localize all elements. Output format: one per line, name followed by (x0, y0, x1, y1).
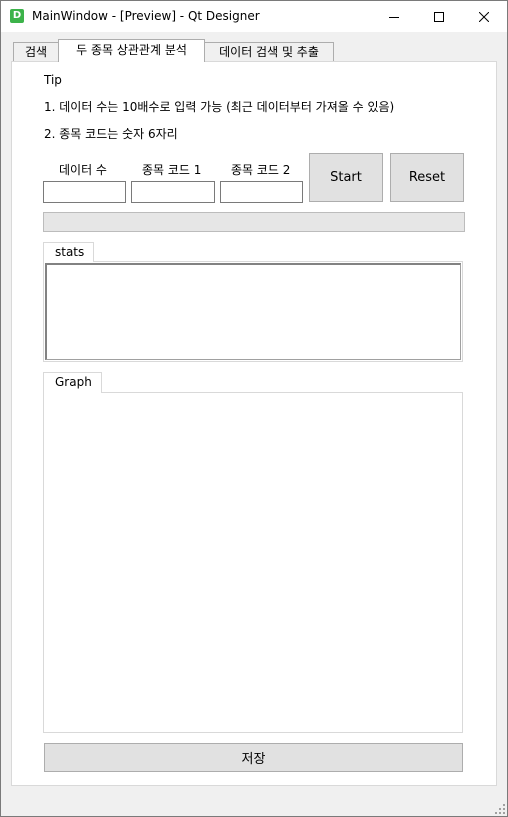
stats-panel (43, 261, 463, 362)
stats-text-area[interactable] (45, 263, 461, 360)
code1-field[interactable] (131, 181, 215, 203)
code1-label: 종목 코드 1 (142, 163, 202, 177)
minimize-icon (389, 16, 399, 18)
tab-graph[interactable]: Graph (43, 372, 102, 393)
code2-field[interactable] (220, 181, 303, 203)
close-icon (479, 11, 489, 22)
close-button[interactable] (461, 1, 507, 32)
tab-stats[interactable]: stats (43, 242, 94, 262)
resize-grip-icon[interactable] (495, 804, 505, 814)
reset-button[interactable]: Reset (390, 153, 464, 202)
tip-line-1: 1. 데이터 수는 10배수로 입력 가능 (최근 데이터부터 가져올 수 있음… (44, 100, 395, 114)
qt-designer-app-icon: D (10, 9, 24, 23)
minimize-button[interactable] (371, 1, 417, 32)
start-button[interactable]: Start (309, 153, 383, 202)
data-count-field[interactable] (43, 181, 126, 203)
correlation-tab-panel: Tip 1. 데이터 수는 10배수로 입력 가능 (최근 데이터부터 가져올 … (11, 61, 497, 786)
maximize-button[interactable] (416, 1, 462, 32)
window-title: MainWindow - [Preview] - Qt Designer (32, 9, 260, 23)
tip-line-2: 2. 종목 코드는 숫자 6자리 (44, 127, 178, 141)
save-button[interactable]: 저장 (44, 743, 463, 772)
tab-search[interactable]: 검색 (13, 42, 59, 62)
code2-input[interactable] (221, 182, 302, 202)
maximize-icon (434, 11, 444, 22)
tip-title: Tip (44, 73, 62, 87)
data-count-input[interactable] (44, 182, 125, 202)
tab-correlation-analysis[interactable]: 두 종목 상관관계 분석 (58, 39, 205, 62)
graph-panel (43, 392, 463, 733)
progress-bar (43, 212, 465, 232)
title-bar[interactable]: D MainWindow - [Preview] - Qt Designer (1, 1, 507, 32)
data-count-label: 데이터 수 (59, 163, 107, 177)
code2-label: 종목 코드 2 (231, 163, 291, 177)
main-window: D MainWindow - [Preview] - Qt Designer 검… (0, 0, 508, 817)
code1-input[interactable] (132, 182, 214, 202)
tab-data-extract[interactable]: 데이터 검색 및 추출 (204, 42, 334, 62)
